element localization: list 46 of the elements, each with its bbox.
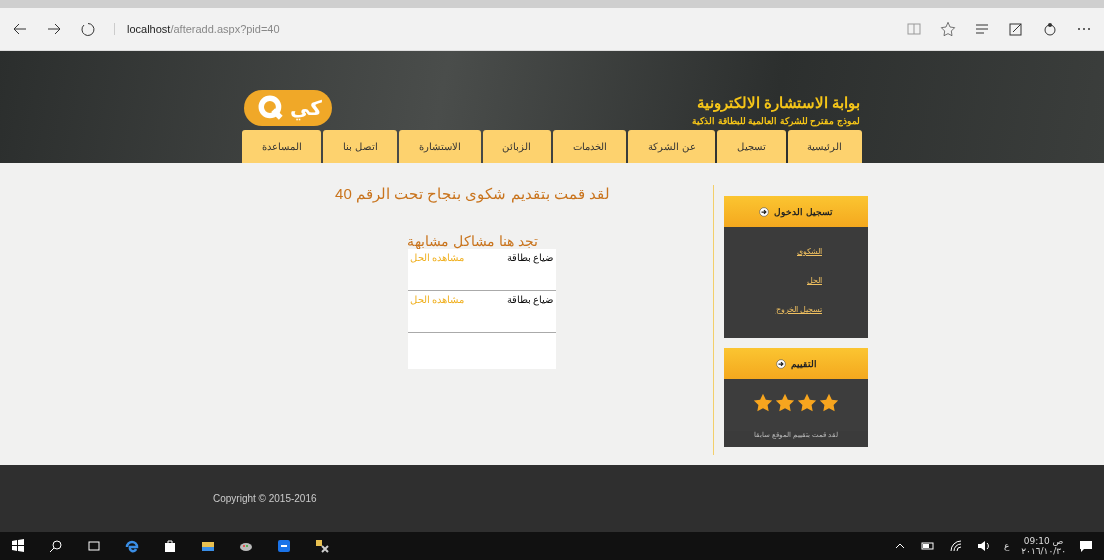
- site-subtitle: لموذج مقترح للشركة العالمية للبطاقة الذكية: [692, 116, 860, 126]
- clock-time[interactable]: 09:10 ص: [1023, 536, 1064, 546]
- nav-tab[interactable]: المساعدة: [241, 130, 322, 163]
- site-title: بوابة الاستشارة الالكترونية: [695, 94, 860, 112]
- problem-title: ضياع بطاقة: [506, 294, 554, 308]
- menu-icon[interactable]: [974, 21, 990, 37]
- copyright-text: Copyright © 2015-2016: [213, 493, 317, 504]
- nav-tab[interactable]: عن الشركة: [628, 130, 716, 163]
- problem-title: ضياع بطاقة: [506, 252, 554, 266]
- forward-icon[interactable]: [46, 21, 62, 37]
- address-field[interactable]: localhost/afteradd.aspx?pid=40: [114, 23, 888, 35]
- similar-problems-heading: تجد هنا مشاكل مشابهة: [407, 233, 538, 249]
- nav-tab[interactable]: الخدمات: [552, 130, 627, 163]
- star-icon: [775, 393, 795, 413]
- success-message: لقد قمت بتقديم شكوى بنجاح تحت الرقم 40: [335, 185, 610, 203]
- input-language[interactable]: ع: [1003, 541, 1010, 551]
- star-icon: [819, 393, 839, 413]
- nav-tab[interactable]: اتصل بنا: [323, 130, 398, 163]
- panel-title: التقييم: [790, 358, 817, 369]
- star-icon: [753, 393, 773, 413]
- speaker-icon[interactable]: [975, 538, 992, 554]
- star-outline-icon[interactable]: [940, 21, 956, 37]
- arrow-circle-icon: [775, 358, 786, 369]
- nav-tab[interactable]: الاستشارة: [399, 130, 481, 163]
- sidebar-link[interactable]: تسجيل الخروج: [724, 305, 822, 334]
- q-letter-icon: [258, 95, 284, 121]
- edge-browser-icon[interactable]: [124, 538, 140, 554]
- panel-title: تسجيل الدخول: [774, 206, 833, 217]
- windows-start-icon[interactable]: [10, 538, 26, 554]
- nav-tab[interactable]: تسجيل: [717, 130, 786, 163]
- back-icon[interactable]: [12, 21, 28, 37]
- refresh-icon[interactable]: [80, 21, 96, 37]
- task-view-icon[interactable]: [86, 538, 102, 554]
- star-icon: [797, 393, 817, 413]
- wifi-icon[interactable]: [947, 538, 964, 554]
- store-bag-icon[interactable]: [162, 538, 178, 554]
- sidebar-link[interactable]: الحل: [724, 276, 822, 305]
- logo-text: كي: [290, 96, 322, 120]
- arrow-circle-icon: [759, 206, 770, 217]
- notification-icon[interactable]: [1078, 538, 1094, 554]
- share-icon[interactable]: [1042, 21, 1058, 37]
- sidebar-link[interactable]: الشكوى: [724, 247, 822, 276]
- nav-tab[interactable]: الزبائن: [482, 130, 551, 163]
- search-icon[interactable]: [48, 538, 64, 554]
- nav-tab[interactable]: الرئيسية: [787, 130, 862, 163]
- clock-date[interactable]: ٢٠١٦/١٠/٣٠: [1021, 546, 1066, 556]
